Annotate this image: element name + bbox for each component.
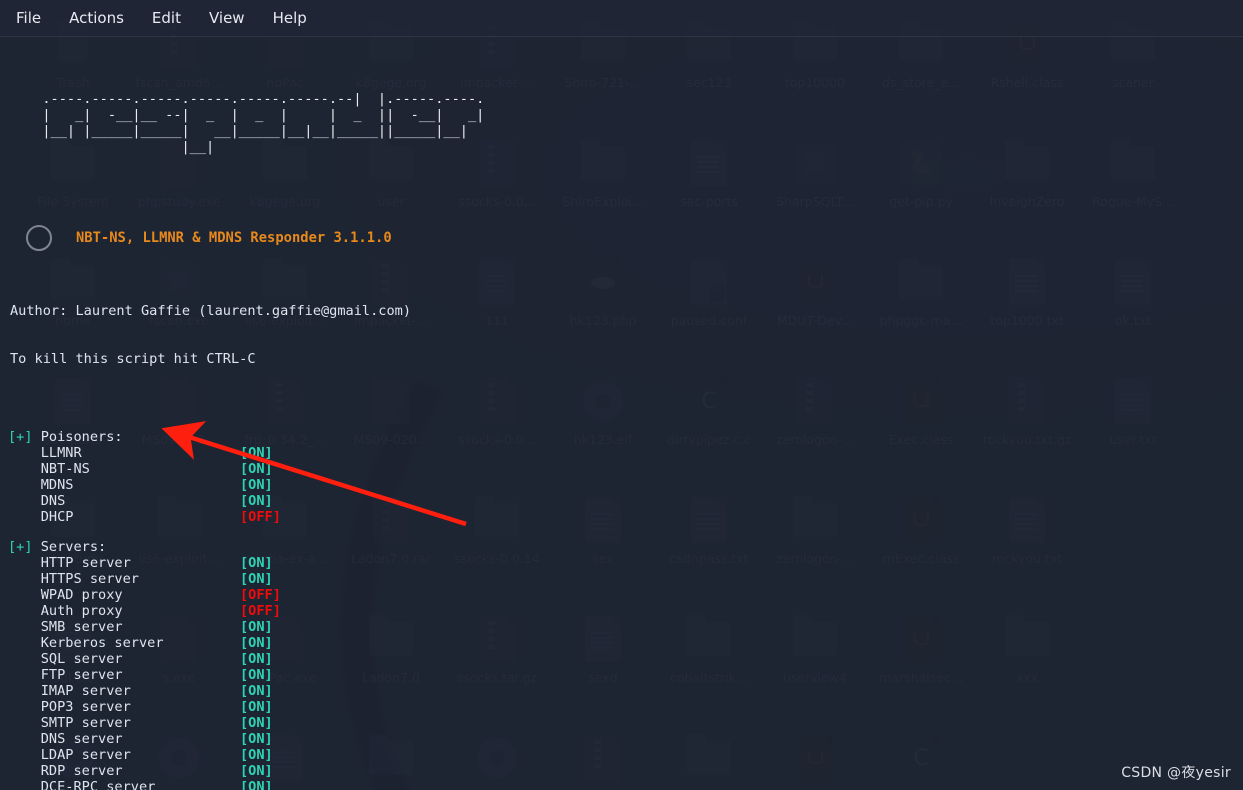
status-row-label: SMTP server — [8, 715, 131, 731]
status-badge: [OFF] — [240, 509, 281, 525]
section-title: Servers: — [40, 539, 107, 555]
status-section: [+] Servers: HTTP server [ON] HTTPS serve… — [4, 539, 1243, 790]
status-badge: [ON] — [240, 477, 273, 493]
status-row: Kerberos server [ON] — [4, 635, 1243, 651]
status-row: FTP server [ON] — [4, 667, 1243, 683]
responder-version-title: NBT-NS, LLMNR & MDNS Responder 3.1.1.0 — [76, 230, 392, 246]
status-badge: [ON] — [240, 699, 273, 715]
status-badge: [ON] — [240, 555, 273, 571]
status-badge: [ON] — [240, 619, 273, 635]
status-row: NBT-NS [ON] — [4, 461, 1243, 477]
status-row: Auth proxy [OFF] — [4, 603, 1243, 619]
status-row-label: SMB server — [8, 619, 123, 635]
responder-logo-icon — [26, 225, 52, 251]
status-row-label: DNS — [8, 493, 66, 509]
status-section: [+] Poisoners: LLMNR [ON] NBT-NS [ON] MDNS… — [4, 429, 1243, 525]
status-badge: [ON] — [240, 747, 273, 763]
status-badge: [ON] — [240, 445, 273, 461]
status-row-label: DCE-RPC server — [8, 779, 156, 790]
status-row: DHCP [OFF] — [4, 509, 1243, 525]
status-row-label: HTTP server — [8, 555, 131, 571]
status-row: SQL server [ON] — [4, 651, 1243, 667]
menu-help[interactable]: Help — [271, 7, 309, 29]
section-marker: [+] — [8, 429, 33, 445]
status-badge: [ON] — [240, 715, 273, 731]
status-row-label: FTP server — [8, 667, 123, 683]
status-row: LLMNR [ON] — [4, 445, 1243, 461]
status-badge: [ON] — [240, 731, 273, 747]
responder-ascii-banner: .----.-----.-----.-----.-----.-----.--| … — [42, 91, 485, 155]
status-badge: [ON] — [240, 667, 273, 683]
status-row: DCE-RPC server [ON] — [4, 779, 1243, 790]
status-badge: [ON] — [240, 461, 273, 477]
menu-actions[interactable]: Actions — [67, 7, 126, 29]
status-sections: [+] Poisoners: LLMNR [ON] NBT-NS [ON] MDNS… — [4, 429, 1243, 790]
section-marker: [+] — [8, 539, 33, 555]
status-row-label: LLMNR — [8, 445, 82, 461]
status-row-label: NBT-NS — [8, 461, 90, 477]
status-row-label: DHCP — [8, 509, 74, 525]
author-line: Author: Laurent Gaffie (laurent.gaffie@g… — [10, 303, 412, 319]
status-badge: [ON] — [240, 571, 273, 587]
menu-bar: File Actions Edit View Help — [0, 0, 1243, 37]
status-badge: [OFF] — [240, 587, 281, 603]
status-row-label: MDNS — [8, 477, 74, 493]
status-row: LDAP server [ON] — [4, 747, 1243, 763]
status-badge: [OFF] — [240, 603, 281, 619]
status-row: SMTP server [ON] — [4, 715, 1243, 731]
status-badge: [ON] — [240, 683, 273, 699]
menu-file[interactable]: File — [14, 7, 43, 29]
status-row: IMAP server [ON] — [4, 683, 1243, 699]
status-row-label: LDAP server — [8, 747, 131, 763]
status-row-label: WPAD proxy — [8, 587, 123, 603]
status-badge: [ON] — [240, 635, 273, 651]
status-row-label: Kerberos server — [8, 635, 164, 651]
menu-edit[interactable]: Edit — [150, 7, 183, 29]
status-row-label: DNS server — [8, 731, 123, 747]
status-row-label: SQL server — [8, 651, 123, 667]
status-row-label: HTTPS server — [8, 571, 139, 587]
status-row: POP3 server [ON] — [4, 699, 1243, 715]
status-row: WPAD proxy [OFF] — [4, 587, 1243, 603]
status-row: HTTPS server [ON] — [4, 571, 1243, 587]
csdn-watermark: CSDN @夜yesir — [1121, 765, 1231, 781]
status-row-label: Auth proxy — [8, 603, 123, 619]
responder-title-row: NBT-NS, LLMNR & MDNS Responder 3.1.1.0 — [4, 221, 1243, 255]
terminal-window: File Actions Edit View Help .----.-----.… — [0, 0, 1243, 790]
status-badge: [ON] — [240, 493, 273, 509]
status-row-label: RDP server — [8, 763, 123, 779]
status-row: DNS [ON] — [4, 493, 1243, 509]
status-row: DNS server [ON] — [4, 731, 1243, 747]
kill-hint-line: To kill this script hit CTRL-C — [10, 351, 256, 367]
terminal-output[interactable]: .----.-----.-----.-----.-----.-----.--| … — [0, 37, 1243, 790]
status-row-label: POP3 server — [8, 699, 131, 715]
section-title: Poisoners: — [40, 429, 123, 445]
status-row-label: IMAP server — [8, 683, 131, 699]
section-heading: [+] Poisoners: — [4, 429, 1243, 445]
status-badge: [ON] — [240, 651, 273, 667]
section-heading: [+] Servers: — [4, 539, 1243, 555]
status-badge: [ON] — [240, 763, 273, 779]
status-badge: [ON] — [240, 779, 273, 790]
status-row: MDNS [ON] — [4, 477, 1243, 493]
status-row: RDP server [ON] — [4, 763, 1243, 779]
status-row: HTTP server [ON] — [4, 555, 1243, 571]
status-row: SMB server [ON] — [4, 619, 1243, 635]
menu-view[interactable]: View — [207, 7, 247, 29]
